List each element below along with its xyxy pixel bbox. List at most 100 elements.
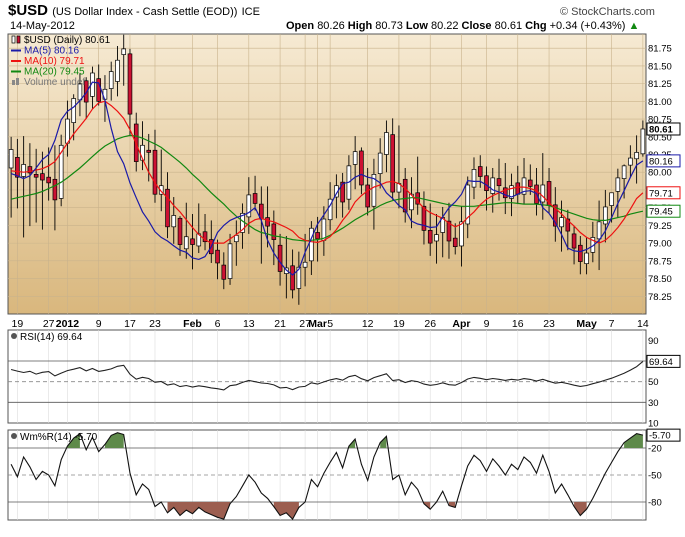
x-axis-label: 17 [124,318,136,330]
legend-swatch [16,35,21,44]
up-arrow-icon: ▲ [628,20,640,32]
price-axis-label: 78.25 [648,292,672,303]
rsi-title: RSI(14) 69.64 [20,332,83,343]
x-axis-label: 12 [362,318,374,330]
price-axis-label: 81.25 [648,79,672,90]
price-axis-label: 78.75 [648,256,672,267]
price-axis-label: 79.00 [648,239,672,250]
candle-body [146,149,152,153]
candle-body [171,215,177,228]
x-axis-label: Mar [308,318,327,330]
low-value: 80.22 [430,20,459,32]
price-panel [7,33,647,315]
price-tag-label: 80.16 [649,156,673,167]
open-value: 80.26 [317,20,345,32]
candle-body [596,221,602,240]
x-axis-label: 19 [393,318,405,330]
x-axis-label: 7 [609,318,615,330]
x-axis-label: 19 [12,318,24,330]
candle-body [96,78,101,102]
candle-body [40,173,45,181]
candle-body [634,152,639,160]
high-value: 80.73 [375,20,403,32]
candle-body [459,221,464,247]
candle-body [115,59,120,82]
candle-body [227,243,233,279]
candle-body [615,177,621,192]
ohlc-readout: Open 80.26 High 80.73 Low 80.22 Close 80… [286,20,639,32]
candle-body [609,192,614,206]
candle-body [452,237,458,248]
candle-body [490,177,496,194]
chart-description: (US Dollar Index - Cash Settle (EOD)) [52,6,238,18]
candle-body [15,156,20,178]
x-axis-label: 27 [43,318,55,330]
chart-exchange: ICE [241,6,260,18]
candle-body [352,151,358,165]
candle-body [265,217,270,227]
stock-chart: 78.2578.5078.7579.0079.2579.5079.7580.00… [0,0,685,532]
rsi-panel [7,329,647,424]
candle-body [477,166,483,177]
chg-value: +0.34 (+0.43%) [549,20,626,32]
candle-body [33,174,39,178]
stockcharts-credit: © StockCharts.com [560,6,655,18]
rsi-last-label: 69.64 [649,357,673,368]
x-axis-label: 23 [149,318,161,330]
candle-body [365,184,370,208]
candle-body [315,232,320,240]
chart-symbol: $USD [8,2,49,19]
close-label: Close [461,20,492,32]
rsi-legend-swatch [11,333,17,339]
candle-body [496,178,502,187]
candle-body [152,149,158,195]
candle-body [234,234,239,243]
x-axis-label: 21 [274,318,286,330]
price-axis-label: 79.25 [648,221,672,232]
x-axis-label: 16 [512,318,524,330]
candle-body [515,182,521,195]
high-label: High [347,20,373,32]
legend-swatch [11,35,16,44]
candle-body [540,184,546,203]
candle-body [177,217,183,245]
price-axis-label: 78.50 [648,274,672,285]
price-axis-label: 81.00 [648,97,672,108]
candle-body [628,157,633,166]
x-axis-label: 2012 [56,318,80,330]
price-tag-label: 80.61 [649,124,673,135]
candle-body [215,249,220,264]
candle-body [471,169,477,188]
x-axis-label: 23 [543,318,555,330]
x-axis-label: 13 [243,318,255,330]
candle-body [46,176,51,184]
candle-body [165,188,170,228]
price-axis-label: 81.50 [648,61,672,72]
x-axis-label: 9 [484,318,490,330]
candle-body [21,164,26,177]
candle-body [390,134,395,193]
candle-body [603,206,608,225]
close-value: 80.61 [494,20,523,32]
chg-label: Chg [525,20,547,32]
rsi-axis-label: 50 [648,377,659,388]
candle-body [127,53,133,115]
chart-date: 14-May-2012 [10,20,75,32]
price-axis-label: 81.75 [648,44,672,55]
candle-body [221,264,227,280]
candle-body [359,150,364,186]
willr-legend-swatch [11,433,17,439]
candle-body [302,261,308,268]
open-label: Open [286,20,315,32]
candle-body [384,132,389,155]
legend-price: $USD (Daily) 80.61 [24,35,111,46]
legend-ma10: MA(10) 79.71 [24,56,85,67]
candle-body [290,265,295,291]
x-axis-label: 26 [424,318,436,330]
willr-title: Wm%R(14) -5.70 [20,432,98,443]
price-tag-label: 79.45 [649,207,673,218]
low-label: Low [405,20,428,32]
legend-volume: Volume undef [24,77,85,88]
rsi-axis-label: 90 [648,336,659,347]
candle-body [571,233,577,249]
